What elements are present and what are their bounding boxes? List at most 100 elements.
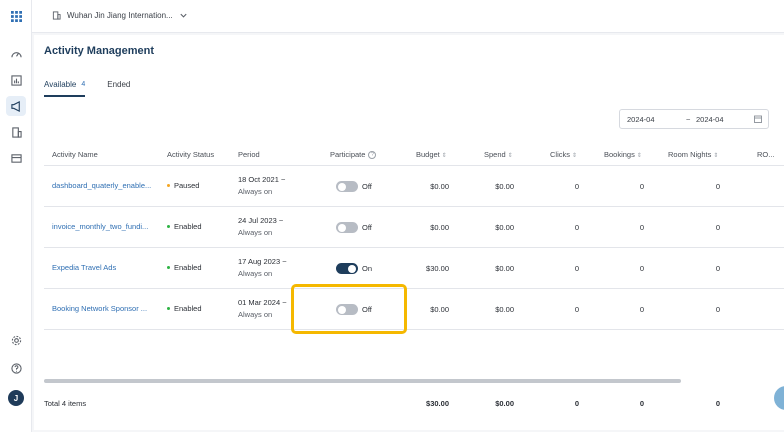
tab-count-badge: 4 [81,81,86,88]
report-chart-icon[interactable] [6,70,26,90]
main-panel: Activity Management Available 4 Ended 20… [34,35,784,430]
room-nights-value: 0 [715,223,720,232]
dashboard-gauge-icon[interactable] [6,44,26,64]
total-spend: $0.00 [495,399,514,408]
sort-icon: ⇕ [441,153,447,159]
date-range-picker[interactable]: 2024-04 ~ 2024-04 [619,109,769,129]
col-activity-name: Activity Name [52,150,98,159]
col-spend-label: Spend [484,150,506,159]
hotel-building-icon [52,11,61,20]
participate-toggle[interactable] [336,222,358,233]
status-dot [167,225,170,228]
date-separator: ~ [686,114,691,124]
col-period: Period [238,150,260,159]
sort-icon: ⇕ [507,153,513,159]
user-avatar[interactable]: J [8,390,24,406]
status-text: Enabled [174,304,202,313]
apps-grid-icon[interactable] [6,6,26,26]
sort-icon: ⇕ [572,153,578,159]
tabs: Available 4 Ended [44,80,130,97]
toggle-knob [338,182,346,191]
bookings-value: 0 [639,264,644,273]
tab-ended[interactable]: Ended [107,80,130,97]
period-end: Always on [238,187,273,196]
participate-state: Off [362,223,372,232]
participate-highlight-box [291,284,407,334]
status-dot [167,307,170,310]
status-dot [167,266,170,269]
col-bookings[interactable]: Bookings ⇕ [604,150,642,159]
status-dot [167,184,170,187]
period-end: Always on [238,269,273,278]
col-budget-label: Budget [416,150,440,159]
table-row: invoice_monthly_two_fundi... Enabled 24 … [44,207,784,248]
help-tooltip-icon[interactable]: ? [368,151,377,160]
toggle-knob [348,264,356,273]
activity-name-link[interactable]: invoice_monthly_two_fundi... [52,222,148,231]
date-start[interactable]: 2024-04 [627,115,655,124]
settings-gear-icon[interactable] [6,330,26,350]
total-room-nights: 0 [715,399,720,408]
period-start: 01 Mar 2024 ~ [238,298,287,307]
period-start: 17 Aug 2023 ~ [238,257,287,266]
top-bar: Wuhan Jin Jiang Internation... [32,0,784,33]
col-bookings-label: Bookings [604,150,635,159]
col-participate-label: Participate [330,150,366,159]
col-clicks[interactable]: Clicks ⇕ [550,150,577,159]
col-room-nights[interactable]: Room Nights ⇕ [668,150,718,159]
period-start: 18 Oct 2021 ~ [238,175,286,184]
participate-state: On [362,264,373,273]
building-icon[interactable] [6,122,26,142]
col-roas: RO... [757,150,775,159]
period-end: Always on [238,228,273,237]
table-row: dashboard_quaterly_enable... Paused 18 O… [44,166,784,207]
hotel-name: Wuhan Jin Jiang Internation... [67,11,173,20]
tab-label: Ended [107,80,131,89]
left-nav-rail: J [0,0,32,432]
table-row: Expedia Travel Ads Enabled 17 Aug 2023 ~… [44,248,784,289]
calendar-icon [754,115,762,123]
status-text: Enabled [174,263,202,272]
status-badge: Enabled [167,222,202,231]
period-end: Always on [238,310,273,319]
clicks-value: 0 [574,264,579,273]
total-bookings: 0 [639,399,644,408]
participate-toggle[interactable] [336,181,358,192]
budget-value: $0.00 [430,223,449,232]
sort-icon: ⇕ [713,153,719,159]
col-activity-status: Activity Status [167,150,215,159]
activity-name-link[interactable]: dashboard_quaterly_enable... [52,181,151,190]
total-clicks: 0 [574,399,579,408]
room-nights-value: 0 [715,305,720,314]
sort-icon: ⇕ [636,153,642,159]
toggle-knob [338,223,346,232]
marketing-megaphone-icon[interactable] [6,96,26,116]
col-spend[interactable]: Spend ⇕ [484,150,513,159]
date-end[interactable]: 2024-04 [696,115,724,124]
status-badge: Enabled [167,263,202,272]
spend-value: $0.00 [495,223,514,232]
status-text: Enabled [174,222,202,231]
room-nights-value: 0 [715,264,720,273]
budget-value: $0.00 [430,182,449,191]
activity-name-link[interactable]: Booking Network Sponsor ... [52,304,147,313]
period-start: 24 Jul 2023 ~ [238,216,284,225]
tab-label: Available [44,80,77,89]
tab-available[interactable]: Available 4 [44,80,86,97]
horizontal-scrollbar[interactable] [44,379,681,383]
hotel-selector[interactable]: Wuhan Jin Jiang Internation... [52,11,188,20]
billing-card-icon[interactable] [6,148,26,168]
spend-value: $0.00 [495,305,514,314]
status-badge: Enabled [167,304,202,313]
bookings-value: 0 [639,223,644,232]
spend-value: $0.00 [495,182,514,191]
status-text: Paused [174,181,200,190]
help-icon[interactable] [6,358,26,378]
status-badge: Paused [167,181,199,190]
chevron-down-icon [180,13,187,18]
table-header: Activity Name Activity Status Period Par… [44,145,784,165]
participate-toggle[interactable] [336,263,358,274]
activity-name-link[interactable]: Expedia Travel Ads [52,263,116,272]
col-budget[interactable]: Budget ⇕ [416,150,447,159]
budget-value: $30.00 [426,264,449,273]
